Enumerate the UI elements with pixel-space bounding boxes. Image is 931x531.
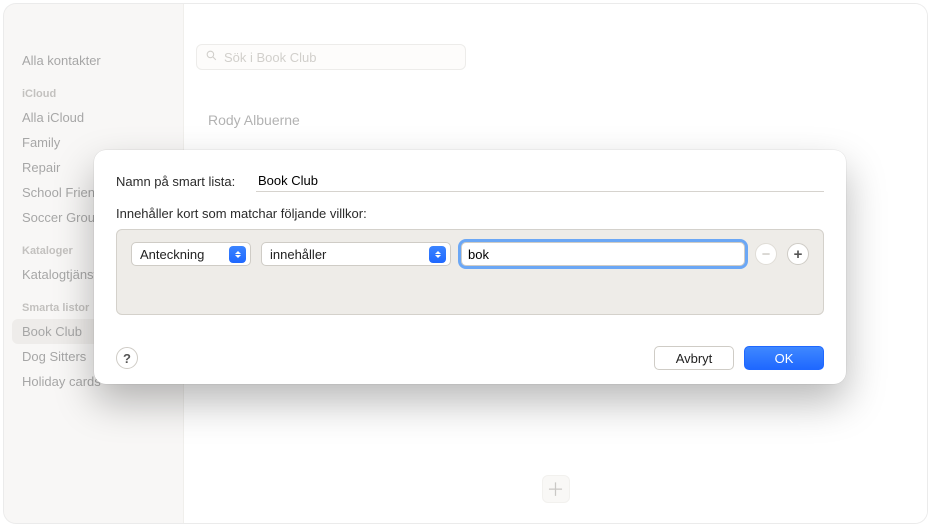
updown-chevron-icon [429,246,446,263]
remove-condition-button: − [755,243,777,265]
condition-row: Anteckning innehåller − + [131,242,809,266]
conditions-well: Anteckning innehåller − + [116,229,824,315]
question-mark-icon: ? [123,351,131,366]
help-button[interactable]: ? [116,347,138,369]
condition-operator-popup[interactable]: innehåller [261,242,451,266]
condition-value-field[interactable] [461,242,745,266]
contacts-window: Alla kontakter iCloud Alla iCloud Family… [4,4,927,523]
conditions-header: Innehåller kort som matchar följande vil… [116,206,824,221]
ok-button[interactable]: OK [744,346,824,370]
cancel-button[interactable]: Avbryt [654,346,734,370]
smart-list-name-field[interactable] [256,170,824,192]
minus-icon: − [762,247,771,262]
condition-field-popup[interactable]: Anteckning [131,242,251,266]
condition-field-value: Anteckning [140,247,204,262]
smart-list-dialog: Namn på smart lista: Innehåller kort som… [94,150,846,384]
cancel-button-label: Avbryt [676,351,713,366]
updown-chevron-icon [229,246,246,263]
dialog-footer: ? Avbryt OK [116,346,824,370]
ok-button-label: OK [775,351,794,366]
smart-list-name-label: Namn på smart lista: [116,174,256,189]
plus-icon: + [794,247,803,262]
add-condition-button[interactable]: + [787,243,809,265]
condition-operator-value: innehåller [270,247,326,262]
